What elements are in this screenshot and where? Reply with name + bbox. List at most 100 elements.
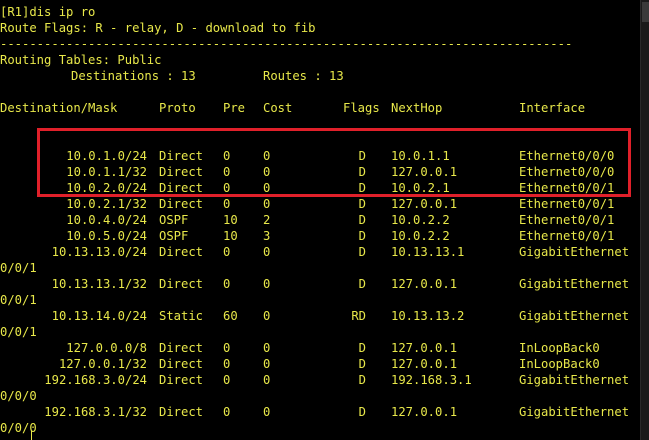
- route-pre: 10: [223, 229, 238, 243]
- route-pre: 0: [223, 357, 231, 371]
- route-cost: 2: [263, 213, 271, 227]
- route-pre: 0: [223, 245, 231, 259]
- destinations-count: Destinations : 13: [71, 69, 196, 83]
- table-row: 10.0.2.1/32 Direct 0 0 D 127.0.0.1 Ethernet0/0…: [0, 196, 640, 212]
- route-flags: D: [358, 245, 366, 259]
- route-destination: 10.0.4.0/24: [66, 213, 147, 227]
- table-row: 10.13.13.0/24 Direct 0 0 D 10.13.13.1 GigabitE…: [0, 244, 640, 260]
- vertical-scrollbar[interactable]: [640, 0, 649, 440]
- routing-tables-title: Routing Tables: Public: [0, 53, 162, 67]
- route-destination: 10.0.2.1/32: [66, 197, 147, 211]
- route-interface: GigabitEthernet: [519, 405, 630, 419]
- command-prompt: [R1]dis ip ro: [0, 5, 96, 19]
- route-nexthop: 10.13.13.1: [391, 245, 465, 259]
- route-cost: 0: [263, 357, 271, 371]
- table-row: 10.0.4.0/24 OSPF 10 2 D 10.0.2.2 Ethernet0/0/1: [0, 212, 640, 228]
- route-pre: 60: [223, 309, 238, 323]
- header-pre: Pre: [223, 101, 246, 115]
- route-flags: D: [358, 229, 366, 243]
- route-interface: GigabitEthernet: [519, 373, 630, 387]
- route-proto: OSPF: [159, 213, 189, 227]
- table-row: 127.0.0.1/32 Direct 0 0 D 127.0.0.1 InLoopBack…: [0, 356, 640, 372]
- route-proto: Direct: [159, 197, 204, 211]
- highlight-box: [37, 128, 631, 197]
- route-pre: 0: [223, 197, 231, 211]
- header-destination: Destination/Mask: [0, 101, 118, 115]
- route-destination: 10.0.5.0/24: [66, 229, 147, 243]
- table-row: 192.168.3.1/32 Direct 0 0 D 127.0.0.1 GigabitE…: [0, 404, 640, 420]
- routes-count: Routes : 13: [263, 69, 344, 83]
- route-interface: GigabitEthernet: [519, 277, 630, 291]
- route-interface: Ethernet0/0/1: [519, 213, 615, 227]
- route-pre: 0: [223, 373, 231, 387]
- route-interface: Ethernet0/0/1: [519, 197, 615, 211]
- route-flags: D: [358, 277, 366, 291]
- route-cost: 0: [263, 197, 271, 211]
- header-proto: Proto: [159, 101, 196, 115]
- table-row: 10.0.5.0/24 OSPF 10 3 D 10.0.2.2 Ethernet0/0/1: [0, 228, 640, 244]
- table-row: 127.0.0.0/8 Direct 0 0 D 127.0.0.1 InLoopBack0: [0, 340, 640, 356]
- route-proto: Direct: [159, 373, 204, 387]
- route-flags: D: [358, 213, 366, 227]
- route-flags: D: [358, 341, 366, 355]
- route-nexthop: 127.0.0.1: [391, 341, 458, 355]
- route-proto: Direct: [159, 341, 204, 355]
- route-flags: D: [358, 197, 366, 211]
- header-nexthop: NextHop: [391, 101, 443, 115]
- text-cursor: [31, 431, 32, 440]
- route-flags: RD: [351, 309, 366, 323]
- route-proto: Direct: [159, 277, 204, 291]
- route-nexthop: 127.0.0.1: [391, 277, 458, 291]
- route-destination: 10.13.13.0/24: [51, 245, 147, 259]
- route-destination: 127.0.0.1/32: [58, 357, 147, 371]
- route-destination: 10.13.13.1/32: [51, 277, 147, 291]
- route-interface-wrap: 0/0/0: [0, 389, 37, 403]
- route-interface: GigabitEthernet: [519, 245, 630, 259]
- route-pre: 0: [223, 341, 231, 355]
- route-flags: D: [358, 357, 366, 371]
- route-proto: Direct: [159, 405, 204, 419]
- route-nexthop: 127.0.0.1: [391, 197, 458, 211]
- route-destination: 127.0.0.0/8: [66, 341, 147, 355]
- route-destination: 10.13.14.0/24: [51, 309, 147, 323]
- route-interface-wrap: 0/0/1: [0, 261, 37, 275]
- route-cost: 3: [263, 229, 271, 243]
- route-proto: Direct: [159, 245, 204, 259]
- route-nexthop: 127.0.0.1: [391, 405, 458, 419]
- route-nexthop: 10.0.2.2: [391, 229, 450, 243]
- route-pre: 0: [223, 405, 231, 419]
- route-proto: Static: [159, 309, 204, 323]
- route-flags-legend: Route Flags: R - relay, D - download to …: [0, 21, 316, 35]
- table-header: Destination/Mask Proto Pre Cost Flags Ne…: [0, 100, 640, 116]
- route-proto: Direct: [159, 357, 204, 371]
- route-interface: InLoopBack0: [519, 341, 600, 355]
- header-interface: Interface: [519, 101, 586, 115]
- route-destination: 192.168.3.1/32: [44, 405, 147, 419]
- route-cost: 0: [263, 373, 271, 387]
- summary-line: Destinations : 13 Routes : 13: [0, 68, 640, 84]
- scrollbar-thumb[interactable]: [642, 2, 649, 22]
- route-cost: 0: [263, 277, 271, 291]
- route-nexthop: 192.168.3.1: [391, 373, 472, 387]
- route-cost: 0: [263, 341, 271, 355]
- table-row: 10.13.14.0/24 Static 60 0 RD 10.13.13.2 Gigabi…: [0, 308, 640, 324]
- table-row: 10.13.13.1/32 Direct 0 0 D 127.0.0.1 GigabitEt…: [0, 276, 640, 292]
- route-cost: 0: [263, 309, 271, 323]
- route-nexthop: 127.0.0.1: [391, 357, 458, 371]
- header-cost: Cost: [263, 101, 293, 115]
- route-interface: Ethernet0/0/1: [519, 229, 615, 243]
- route-proto: OSPF: [159, 229, 189, 243]
- route-interface-wrap: 0/0/1: [0, 293, 37, 307]
- route-flags: D: [358, 405, 366, 419]
- route-pre: 10: [223, 213, 238, 227]
- terminal-output[interactable]: [R1]dis ip ro Route Flags: R - relay, D …: [0, 0, 640, 440]
- route-nexthop: 10.13.13.2: [391, 309, 465, 323]
- route-cost: 0: [263, 405, 271, 419]
- route-destination: 192.168.3.0/24: [44, 373, 147, 387]
- route-pre: 0: [223, 277, 231, 291]
- route-cost: 0: [263, 245, 271, 259]
- header-flags: Flags: [343, 101, 380, 115]
- route-interface-wrap: 0/0/1: [0, 325, 37, 339]
- separator-line: ----------------------------------------…: [0, 37, 573, 51]
- route-interface: InLoopBack0: [519, 357, 600, 371]
